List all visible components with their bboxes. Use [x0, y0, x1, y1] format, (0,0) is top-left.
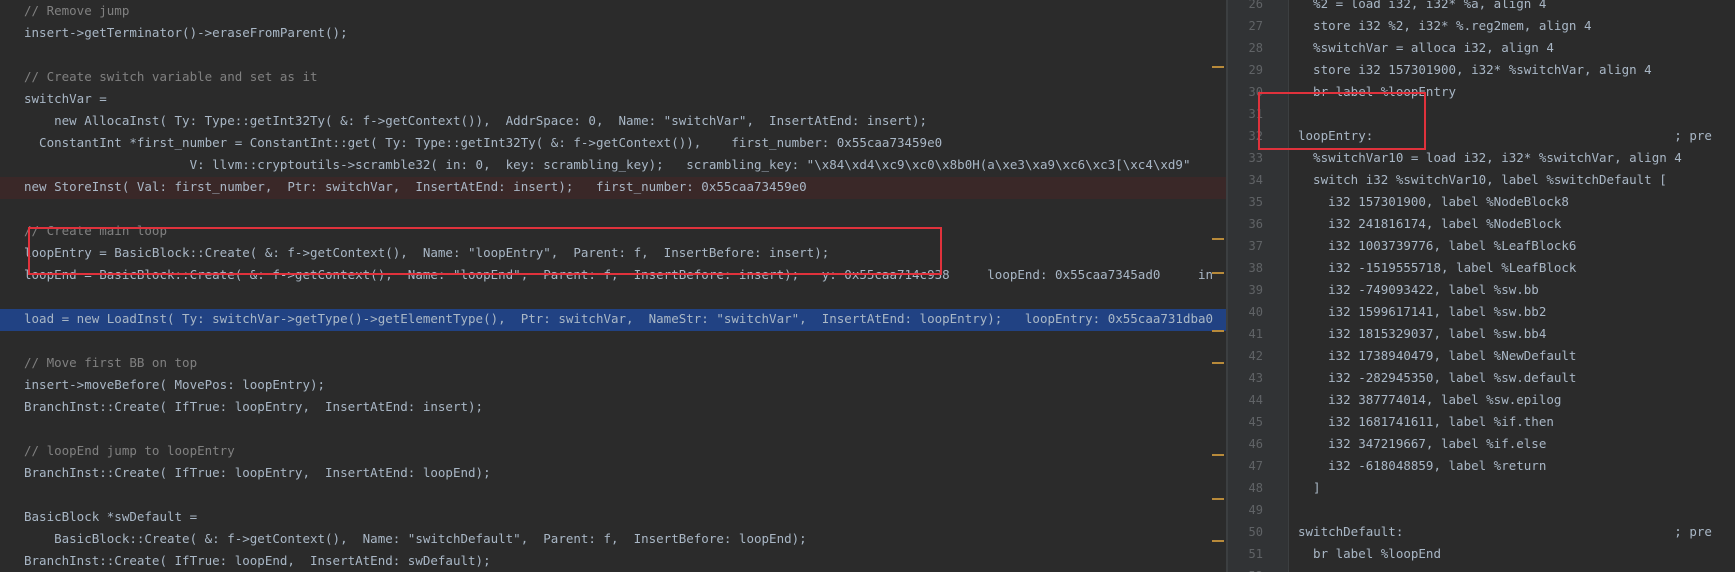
scroll-marker — [1212, 498, 1224, 500]
line-number: 47 — [1248, 459, 1263, 473]
code-comment-line[interactable]: // Move first BB on top — [24, 352, 197, 374]
code-line[interactable]: insert->moveBefore( MovePos: loopEntry); — [24, 374, 325, 396]
line-number: 49 — [1248, 503, 1263, 517]
ir-line[interactable]: i32 1738940479, label %NewDefault — [1298, 345, 1576, 367]
ir-line[interactable]: store i32 157301900, i32* %switchVar, al… — [1298, 59, 1652, 81]
ir-line[interactable]: %switchVar = alloca i32, align 4 — [1298, 37, 1554, 59]
scroll-marker — [1212, 238, 1224, 240]
code-line[interactable]: ConstantInt *first_number = ConstantInt:… — [24, 132, 942, 154]
ir-line[interactable]: ] — [1298, 477, 1321, 499]
ir-line[interactable]: %2 = load i32, i32* %a, align 4 — [1298, 0, 1546, 15]
ir-line[interactable]: i32 241816174, label %NodeBlock — [1298, 213, 1561, 235]
line-number: 26 — [1248, 0, 1263, 11]
ir-line[interactable]: i32 1599617141, label %sw.bb2 — [1298, 301, 1546, 323]
ir-line[interactable]: i32 -749093422, label %sw.bb — [1298, 279, 1539, 301]
line-number: 44 — [1248, 393, 1263, 407]
ir-line[interactable]: switch i32 %switchVar10, label %switchDe… — [1298, 169, 1667, 191]
code-line[interactable]: new StoreInst( Val: first_number, Ptr: s… — [24, 176, 807, 198]
ir-line[interactable]: i32 -618048859, label %return — [1298, 455, 1546, 477]
ir-line[interactable]: i32 1681741611, label %if.then — [1298, 411, 1554, 433]
code-comment-line[interactable]: // Remove jump — [24, 0, 129, 22]
code-line[interactable]: BasicBlock *swDefault = — [24, 506, 197, 528]
line-number: 27 — [1248, 19, 1263, 33]
code-line[interactable]: BranchInst::Create( IfTrue: loopEnd, Ins… — [24, 550, 491, 572]
ir-line[interactable]: switchDefault: ; pre — [1298, 521, 1712, 543]
line-number: 48 — [1248, 481, 1263, 495]
line-number: 29 — [1248, 63, 1263, 77]
line-number: 38 — [1248, 261, 1263, 275]
ir-line[interactable]: i32 -282945350, label %sw.default — [1298, 367, 1576, 389]
ir-line[interactable]: i32 1003739776, label %LeafBlock6 — [1298, 235, 1576, 257]
ir-line[interactable]: i32 347219667, label %if.else — [1298, 433, 1546, 455]
scroll-marker — [1212, 330, 1224, 332]
line-number: 36 — [1248, 217, 1263, 231]
ir-line[interactable]: i32 157301900, label %NodeBlock8 — [1298, 191, 1569, 213]
highlight-box-loopentry-create — [28, 227, 942, 275]
code-comment-line[interactable]: // Create switch variable and set as it — [24, 66, 318, 88]
line-number: 42 — [1248, 349, 1263, 363]
scroll-marker — [1212, 66, 1224, 68]
line-number: 46 — [1248, 437, 1263, 451]
scroll-marker — [1212, 454, 1224, 456]
code-comment-line[interactable]: // loopEnd jump to loopEntry — [24, 440, 235, 462]
line-number: 52 — [1228, 565, 1263, 572]
ir-line[interactable]: store i32 %2, i32* %.reg2mem, align 4 — [1298, 15, 1591, 37]
line-number: 50 — [1248, 525, 1263, 539]
line-number: 51 — [1248, 547, 1263, 561]
code-line[interactable]: new AllocaInst( Ty: Type::getInt32Ty( &:… — [24, 110, 927, 132]
line-number: 41 — [1248, 327, 1263, 341]
scroll-marker — [1212, 272, 1224, 274]
code-line[interactable]: V: llvm::cryptoutils->scramble32( in: 0,… — [24, 154, 1191, 176]
ir-line[interactable]: br label %loopEnd — [1298, 543, 1441, 565]
line-number: 28 — [1248, 41, 1263, 55]
ir-line[interactable]: %switchVar10 = load i32, i32* %switchVar… — [1298, 147, 1682, 169]
scroll-marker — [1212, 540, 1224, 542]
code-line[interactable]: BasicBlock::Create( &: f->getContext(), … — [24, 528, 807, 550]
scroll-marker — [1212, 362, 1224, 364]
line-number: 40 — [1248, 305, 1263, 319]
line-number: 34 — [1248, 173, 1263, 187]
ir-line[interactable]: i32 387774014, label %sw.epilog — [1298, 389, 1561, 411]
line-number: 37 — [1248, 239, 1263, 253]
highlight-box-loopentry-label — [1258, 92, 1426, 150]
line-number: 33 — [1248, 151, 1263, 165]
gutter-separator — [1288, 0, 1289, 572]
cpp-editor-pane[interactable]: // Remove jump insert->getTerminator()->e… — [0, 0, 1226, 572]
line-number: 43 — [1248, 371, 1263, 385]
line-number: 35 — [1248, 195, 1263, 209]
line-number: 39 — [1248, 283, 1263, 297]
ir-line[interactable]: i32 -1519555718, label %LeafBlock — [1298, 257, 1576, 279]
code-line[interactable]: BranchInst::Create( IfTrue: loopEntry, I… — [24, 396, 483, 418]
code-line[interactable]: load = new LoadInst( Ty: switchVar->getT… — [24, 308, 1213, 330]
code-line[interactable]: insert->getTerminator()->eraseFromParent… — [24, 22, 348, 44]
ir-line[interactable]: i32 1815329037, label %sw.bb4 — [1298, 323, 1546, 345]
line-number: 45 — [1248, 415, 1263, 429]
ir-viewer-pane[interactable]: 26 %2 = load i32, i32* %a, align 4 27 sto… — [1228, 0, 1735, 572]
code-line[interactable]: switchVar = — [24, 88, 107, 110]
code-line[interactable]: BranchInst::Create( IfTrue: loopEntry, I… — [24, 462, 491, 484]
